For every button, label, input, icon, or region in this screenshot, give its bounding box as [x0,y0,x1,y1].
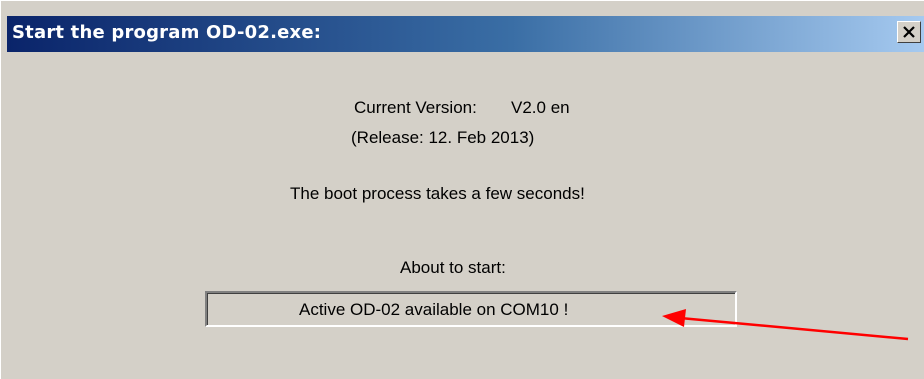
window-title: Start the program OD-02.exe: [12,22,322,43]
status-text: Active OD-02 available on COM10 ! [299,300,569,319]
close-icon [903,26,915,38]
current-version-value: V2.0 en [511,98,570,117]
release-date: (Release: 12. Feb 2013) [351,128,535,147]
start-program-dialog: Start the program OD-02.exe: Current Ver… [0,0,924,379]
boot-message: The boot process takes a few seconds! [290,184,585,203]
about-to-start-label: About to start: [400,258,506,277]
close-button[interactable] [897,21,921,43]
title-bar[interactable]: Start the program OD-02.exe: [7,16,924,52]
current-version-label: Current Version: [354,98,477,117]
status-field: Active OD-02 available on COM10 ! [205,291,737,327]
